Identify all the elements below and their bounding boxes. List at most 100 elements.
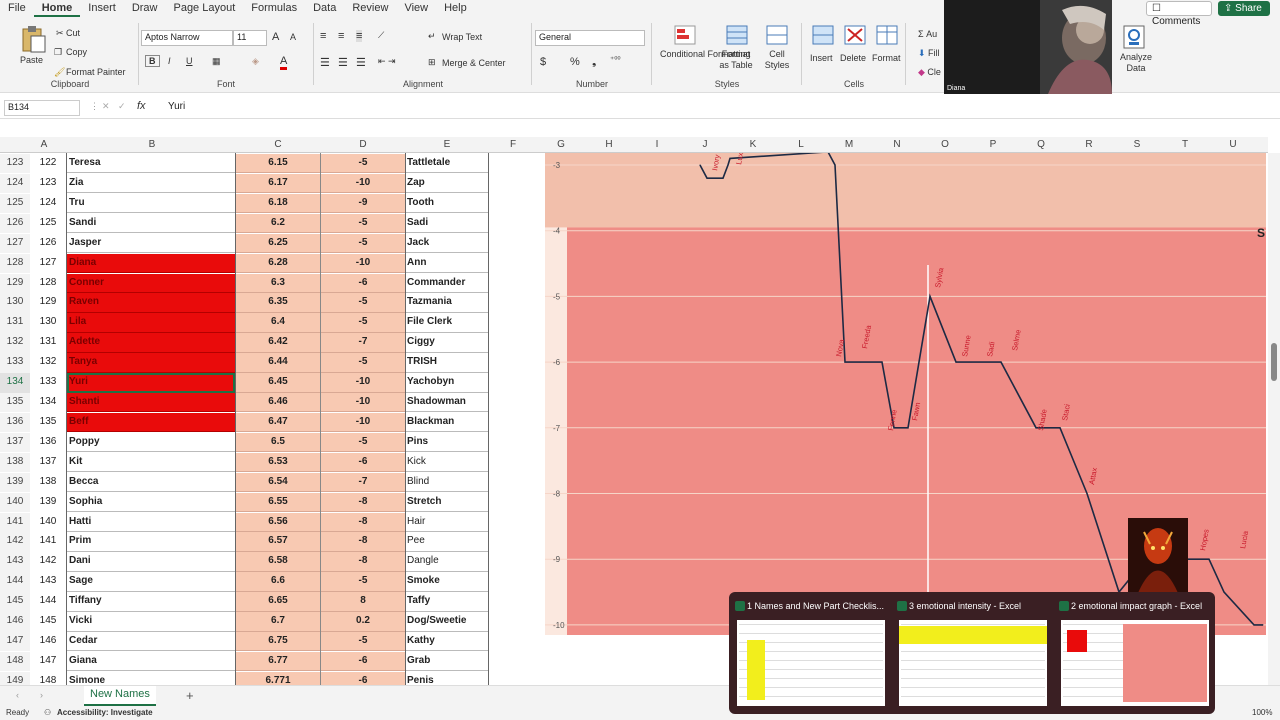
font-size-select[interactable]: 11	[233, 30, 267, 46]
cell-name[interactable]: Dani	[67, 552, 235, 572]
cell-part[interactable]: Commander	[406, 274, 488, 293]
underline-button[interactable]: U	[186, 56, 193, 66]
column-header-c[interactable]: C	[270, 139, 286, 150]
cell-number[interactable]: 124	[30, 194, 66, 213]
row-header[interactable]: 123	[0, 154, 30, 174]
merge-center-button[interactable]: Merge & Center	[442, 58, 506, 68]
insert-cells-icon[interactable]	[812, 25, 834, 45]
borders-icon[interactable]: ▦	[212, 56, 221, 67]
cell-name[interactable]: Vicki	[67, 612, 235, 632]
cell-part[interactable]: Taffy	[406, 592, 488, 612]
cell-number[interactable]: 139	[30, 493, 66, 512]
column-header-a[interactable]: A	[36, 139, 52, 150]
grow-font-icon[interactable]: A	[272, 31, 279, 43]
orientation-icon[interactable]: ⟋	[378, 30, 384, 41]
cell-part[interactable]: Dog/Sweetie	[406, 612, 488, 632]
cell-part[interactable]: Zap	[406, 174, 488, 194]
column-header-g[interactable]: G	[553, 139, 569, 150]
column-header-j[interactable]: J	[697, 139, 713, 150]
row-header[interactable]: 140	[0, 492, 30, 513]
cell-name[interactable]: Diana	[67, 253, 235, 273]
cell-part[interactable]: TRISH	[406, 353, 488, 373]
insert-function-button[interactable]: fx	[137, 100, 146, 112]
cell-score[interactable]: 6.2	[236, 213, 320, 234]
cell-part[interactable]: Sadi	[406, 214, 488, 234]
cell-intensity[interactable]: -6	[321, 652, 405, 672]
cell-part[interactable]: File Clerk	[406, 313, 488, 333]
cell-intensity[interactable]: -5	[321, 313, 405, 333]
cell-number[interactable]: 142	[30, 552, 66, 571]
cell-part[interactable]: Stretch	[406, 493, 488, 513]
format-cells-icon[interactable]	[876, 25, 898, 45]
cell-part[interactable]: Tooth	[406, 194, 488, 214]
cell-styles-icon[interactable]	[766, 25, 788, 45]
cell-intensity[interactable]: -10	[321, 393, 405, 413]
menu-page-layout[interactable]: Page Layout	[165, 0, 243, 17]
column-header-p[interactable]: P	[985, 139, 1001, 150]
row-header[interactable]: 126	[0, 213, 30, 234]
cell-score[interactable]: 6.17	[236, 173, 320, 194]
cell-number[interactable]: 136	[30, 433, 66, 452]
cell-number[interactable]: 135	[30, 413, 66, 432]
taskbar-preview[interactable]: 3 emotional intensity - Excel	[895, 598, 1047, 708]
decimal-icon[interactable]: ⁺⁰⁰	[610, 55, 621, 64]
cell-part[interactable]: Ciggy	[406, 333, 488, 353]
cell-number[interactable]: 131	[30, 333, 66, 352]
delete-cells-icon[interactable]	[844, 25, 866, 45]
align-middle-icon[interactable]: ≡	[338, 30, 344, 42]
column-header-l[interactable]: L	[793, 139, 809, 150]
cell-intensity[interactable]: -5	[321, 213, 405, 234]
menu-view[interactable]: View	[396, 0, 436, 17]
cell-name[interactable]: Prim	[67, 532, 235, 552]
cell-score[interactable]: 6.15	[236, 154, 320, 174]
cell-styles-button[interactable]: Cell Styles	[760, 49, 794, 71]
column-header-k[interactable]: K	[745, 139, 761, 150]
font-color-icon[interactable]: A	[280, 55, 288, 70]
cell-name[interactable]: Becca	[67, 473, 235, 493]
cell-name[interactable]: Tru	[67, 194, 235, 214]
menu-formulas[interactable]: Formulas	[243, 0, 305, 17]
row-header[interactable]: 127	[0, 233, 30, 254]
column-header-o[interactable]: O	[937, 139, 953, 150]
cell-number[interactable]: 126	[30, 234, 66, 253]
cell-intensity[interactable]: 0.2	[321, 612, 405, 632]
row-header[interactable]: 136	[0, 412, 30, 433]
cell-score[interactable]: 6.46	[236, 393, 320, 413]
cell-intensity[interactable]: -7	[321, 472, 405, 493]
row-header[interactable]: 129	[0, 273, 30, 293]
menu-review[interactable]: Review	[344, 0, 396, 17]
column-header-n[interactable]: N	[889, 139, 905, 150]
column-header-h[interactable]: H	[601, 139, 617, 150]
cell-number[interactable]: 144	[30, 592, 66, 611]
row-header[interactable]: 147	[0, 632, 30, 652]
column-header-f[interactable]: F	[505, 139, 521, 150]
copy-icon[interactable]: ❐	[54, 47, 62, 58]
taskbar-preview[interactable]: 1 Names and New Part Checklis...	[733, 598, 885, 708]
cell-name[interactable]: Poppy	[67, 433, 235, 453]
menu-draw[interactable]: Draw	[124, 0, 166, 17]
accessibility-status[interactable]: Accessibility: Investigate	[57, 708, 153, 717]
cell-score[interactable]: 6.35	[236, 293, 320, 313]
cell-score[interactable]: 6.53	[236, 452, 320, 473]
formula-input[interactable]: Yuri	[165, 100, 1265, 116]
menu-home[interactable]: Home	[33, 0, 81, 17]
paste-button[interactable]: Paste	[20, 55, 43, 65]
cell-number[interactable]: 132	[30, 353, 66, 372]
cell-part[interactable]: Pee	[406, 532, 488, 552]
cell-name[interactable]: Sage	[67, 572, 235, 592]
format-table-button[interactable]: Format as Table	[716, 49, 756, 71]
cell-score[interactable]: 6.7	[236, 612, 320, 632]
paste-icon[interactable]	[20, 25, 46, 53]
cell-name[interactable]: Hatti	[67, 513, 235, 532]
column-header-t[interactable]: T	[1177, 139, 1193, 150]
row-header[interactable]: 132	[0, 333, 30, 353]
cell-name[interactable]: Raven	[67, 293, 235, 313]
cell-name[interactable]: Kit	[67, 453, 235, 473]
cell-number[interactable]: 122	[30, 154, 66, 173]
cell-score[interactable]: 6.65	[236, 592, 320, 612]
cell-intensity[interactable]: -5	[321, 432, 405, 453]
prev-sheet-icon[interactable]: ‹	[16, 690, 19, 700]
cell-score[interactable]: 6.44	[236, 353, 320, 373]
share-button[interactable]: ⇪ Share	[1218, 1, 1270, 16]
row-header[interactable]: 131	[0, 313, 30, 333]
